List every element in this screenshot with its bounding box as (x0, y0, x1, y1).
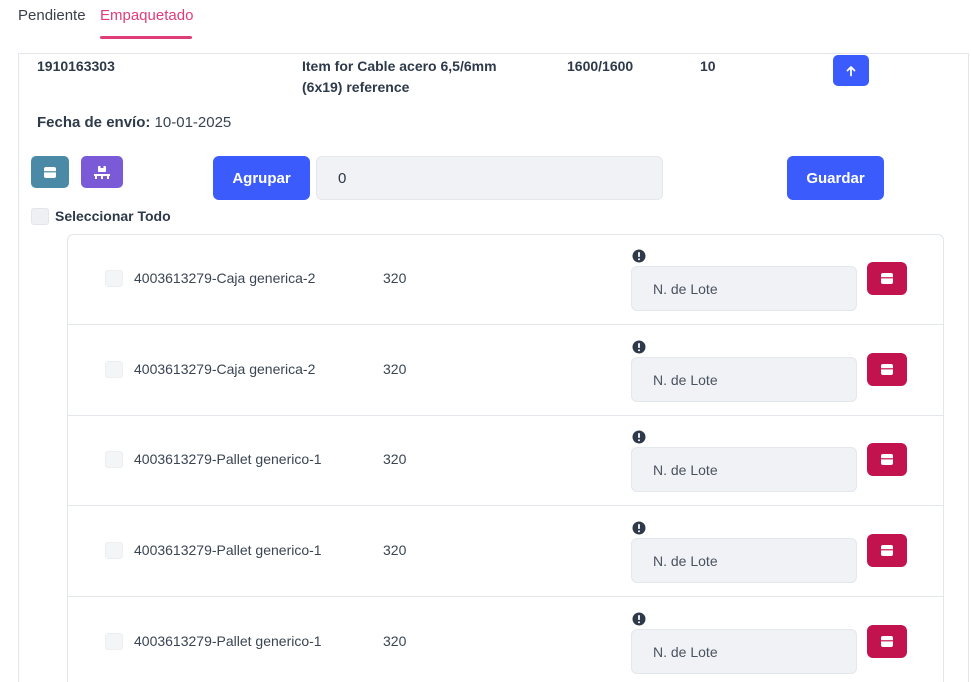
shipping-date-label: Fecha de envío: (37, 114, 151, 131)
row-checkbox[interactable] (105, 451, 123, 468)
row-checkbox[interactable] (105, 542, 123, 559)
package-row: 4003613279-Pallet generico-1 320 (68, 506, 943, 597)
exclamation-circle-icon (632, 249, 646, 263)
order-number: 1910163303 (37, 58, 115, 74)
package-quantity: 320 (383, 633, 407, 649)
package-quantity: 320 (383, 451, 407, 467)
add-box-button[interactable] (31, 156, 69, 188)
save-button[interactable]: Guardar (787, 156, 884, 200)
package-name: 4003613279-Pallet generico-1 (134, 542, 322, 558)
select-all-checkbox[interactable] (31, 208, 49, 225)
package-name: 4003613279-Pallet generico-1 (134, 451, 322, 467)
lot-number-input[interactable] (631, 538, 857, 583)
pack-button[interactable] (867, 443, 907, 476)
package-name: 4003613279-Caja generica-2 (134, 361, 316, 377)
package-row: 4003613279-Pallet generico-1 320 (68, 415, 943, 506)
row-checkbox[interactable] (105, 270, 123, 287)
row-checkbox[interactable] (105, 633, 123, 650)
add-pallet-button[interactable] (81, 156, 123, 188)
item-description-line-2: (6x19) reference (302, 79, 410, 95)
pack-button[interactable] (867, 353, 907, 386)
item-description-line-1: Item for Cable acero 6,5/6mm (302, 58, 497, 74)
box-icon (44, 166, 56, 178)
box-icon (881, 364, 893, 375)
package-quantity: 320 (383, 542, 407, 558)
pack-button[interactable] (867, 534, 907, 567)
exclamation-circle-icon (632, 612, 646, 626)
pallet-icon (94, 165, 110, 179)
tab-pendiente[interactable]: Pendiente (18, 7, 86, 24)
package-row: 4003613279-Caja generica-2 320 (68, 325, 943, 416)
package-name: 4003613279-Pallet generico-1 (134, 633, 322, 649)
package-quantity: 320 (383, 361, 407, 377)
package-row: 4003613279-Caja generica-2 320 (68, 234, 943, 325)
row-checkbox[interactable] (105, 361, 123, 378)
box-icon (881, 545, 893, 556)
tabs-bar: Pendiente Empaquetado (0, 0, 971, 40)
package-row: 4003613279-Pallet generico-1 320 (68, 597, 943, 682)
group-button[interactable]: Agrupar (213, 156, 310, 200)
shipping-date-value: 10-01-2025 (154, 114, 232, 131)
arrow-up-icon (846, 65, 856, 76)
active-tab-indicator (100, 36, 192, 39)
packed-quantity: 1600/1600 (567, 58, 634, 74)
box-icon (881, 273, 893, 284)
shipping-date: Fecha de envío: 10-01-2025 (37, 114, 231, 131)
tab-empaquetado[interactable]: Empaquetado (100, 7, 193, 24)
exclamation-circle-icon (632, 430, 646, 444)
item-description: Item for Cable acero 6,5/6mm (6x19) refe… (302, 56, 532, 98)
exclamation-circle-icon (632, 521, 646, 535)
exclamation-circle-icon (632, 340, 646, 354)
package-name: 4003613279-Caja generica-2 (134, 270, 316, 286)
box-icon (881, 454, 893, 465)
pack-button[interactable] (867, 625, 907, 658)
lot-number-input[interactable] (631, 357, 857, 402)
select-all-label: Seleccionar Todo (55, 208, 171, 224)
package-quantity: 320 (383, 270, 407, 286)
package-count: 10 (700, 58, 716, 74)
group-quantity-input[interactable] (316, 156, 663, 200)
lot-number-input[interactable] (631, 629, 857, 674)
pack-button[interactable] (867, 262, 907, 295)
box-icon (881, 636, 893, 647)
collapse-button[interactable] (833, 55, 869, 86)
lot-number-input[interactable] (631, 447, 857, 492)
lot-number-input[interactable] (631, 266, 857, 311)
